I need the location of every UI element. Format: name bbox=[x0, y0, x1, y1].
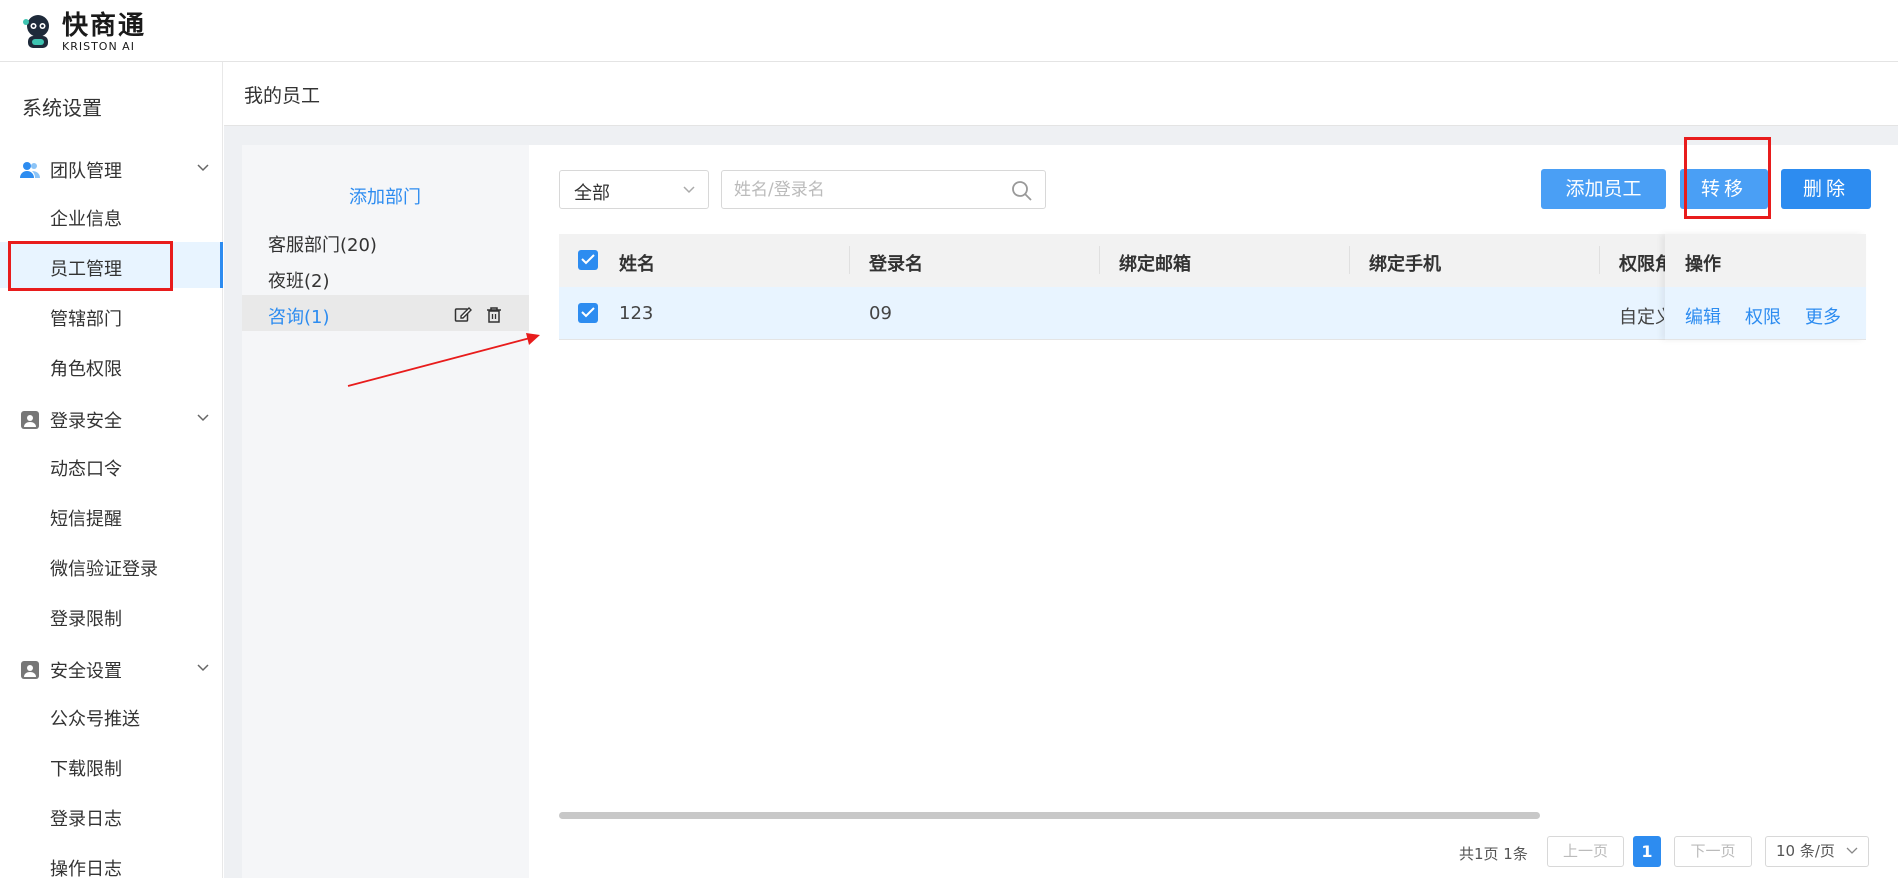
chevron-down-icon bbox=[1846, 847, 1858, 854]
horizontal-scrollbar[interactable] bbox=[559, 812, 1540, 819]
operations-column: 操作 编辑 权限 更多 bbox=[1665, 234, 1866, 340]
next-page-button[interactable]: 下一页 bbox=[1674, 836, 1752, 867]
user-lock-icon bbox=[21, 411, 39, 429]
department-filter-select[interactable]: 全部 bbox=[559, 170, 709, 209]
column-divider bbox=[849, 246, 850, 274]
column-header-actions: 操作 bbox=[1685, 254, 1721, 275]
search-input[interactable] bbox=[734, 177, 994, 203]
more-link[interactable]: 更多 bbox=[1805, 303, 1841, 329]
page-size-select[interactable]: 10 条/页 bbox=[1765, 836, 1869, 867]
permission-link[interactable]: 权限 bbox=[1745, 303, 1781, 329]
sidebar-group-label: 团队管理 bbox=[50, 161, 122, 182]
sidebar-item-download-limit[interactable]: 下载限制 bbox=[50, 755, 122, 781]
chevron-down-icon bbox=[683, 186, 695, 194]
brand-logo[interactable]: 快商通 KRISTON AI bbox=[20, 12, 146, 52]
search-icon[interactable] bbox=[1011, 180, 1033, 202]
operations-row-bg: 编辑 权限 更多 bbox=[1665, 287, 1866, 340]
cell-login: 09 bbox=[869, 303, 892, 324]
column-divider bbox=[1599, 246, 1600, 274]
team-icon bbox=[20, 162, 40, 178]
column-header-name: 姓名 bbox=[619, 254, 655, 275]
column-header-phone: 绑定手机 bbox=[1369, 254, 1441, 275]
user-shield-icon bbox=[21, 661, 39, 679]
kriston-logo-icon bbox=[20, 12, 56, 52]
prev-page-button[interactable]: 上一页 bbox=[1547, 836, 1624, 867]
cell-name: 123 bbox=[619, 303, 654, 324]
sidebar-item-dynamic-token[interactable]: 动态口令 bbox=[50, 455, 122, 481]
department-item[interactable]: 客服部门(20) bbox=[268, 231, 377, 257]
add-staff-button[interactable]: 添加员工 bbox=[1541, 169, 1666, 209]
edit-link[interactable]: 编辑 bbox=[1685, 303, 1721, 329]
top-bar: 快商通 KRISTON AI bbox=[0, 0, 1898, 62]
sidebar-group-label: 登录安全 bbox=[50, 411, 122, 432]
column-header-email: 绑定邮箱 bbox=[1119, 254, 1191, 275]
sidebar: 系统设置 团队管理 企业信息 员工管理 管辖部门 角色权限 登录安全 动态口令 … bbox=[0, 62, 223, 878]
department-item-selected[interactable]: 咨询(1) bbox=[268, 303, 330, 329]
sidebar-item-company-info[interactable]: 企业信息 bbox=[50, 205, 122, 231]
sidebar-group-team[interactable]: 团队管理 bbox=[20, 157, 210, 183]
add-department-link[interactable]: 添加部门 bbox=[349, 183, 421, 209]
filter-selected-value: 全部 bbox=[574, 183, 610, 204]
column-divider bbox=[1349, 246, 1350, 274]
page-size-value: 10 条/页 bbox=[1776, 842, 1835, 860]
sidebar-group-label: 安全设置 bbox=[50, 661, 122, 682]
page-title: 我的员工 bbox=[244, 85, 321, 107]
content-header: 我的员工 bbox=[224, 62, 1898, 126]
chevron-down-icon bbox=[197, 414, 209, 422]
column-divider bbox=[1099, 246, 1100, 274]
department-item[interactable]: 夜班(2) bbox=[268, 267, 330, 293]
sidebar-group-security-settings[interactable]: 安全设置 bbox=[20, 657, 210, 683]
sidebar-item-wechat-login[interactable]: 微信验证登录 bbox=[50, 555, 158, 581]
sidebar-group-login-security[interactable]: 登录安全 bbox=[20, 407, 210, 433]
row-checkbox[interactable] bbox=[578, 303, 598, 323]
current-page-button[interactable]: 1 bbox=[1633, 836, 1661, 867]
sidebar-item-role-permissions[interactable]: 角色权限 bbox=[50, 355, 122, 381]
sidebar-item-login-limit[interactable]: 登录限制 bbox=[50, 605, 122, 631]
chevron-down-icon bbox=[197, 664, 209, 672]
sidebar-item-operation-log[interactable]: 操作日志 bbox=[50, 855, 122, 878]
column-header-login: 登录名 bbox=[869, 254, 923, 275]
brand-name-en: KRISTON AI bbox=[62, 39, 135, 53]
sidebar-item-managed-departments[interactable]: 管辖部门 bbox=[50, 305, 122, 331]
edit-icon[interactable] bbox=[454, 306, 472, 324]
staff-search-field[interactable] bbox=[721, 170, 1046, 209]
sidebar-item-login-log[interactable]: 登录日志 bbox=[50, 805, 122, 831]
select-all-checkbox[interactable] bbox=[578, 250, 598, 270]
chevron-down-icon bbox=[197, 164, 209, 172]
annotation-highlight-staff bbox=[8, 241, 173, 291]
sidebar-item-sms-alert[interactable]: 短信提醒 bbox=[50, 505, 122, 531]
brand-name: 快商通 bbox=[62, 10, 147, 41]
cell-role: 自定义 bbox=[1619, 307, 1664, 328]
annotation-highlight-transfer bbox=[1684, 137, 1771, 219]
sidebar-title: 系统设置 bbox=[22, 96, 102, 120]
sidebar-item-wechat-push[interactable]: 公众号推送 bbox=[50, 705, 140, 731]
trash-icon[interactable] bbox=[485, 306, 503, 324]
department-panel: 添加部门 客服部门(20) 夜班(2) 咨询(1) bbox=[242, 145, 529, 878]
delete-button[interactable]: 删除 bbox=[1781, 169, 1871, 209]
pagination-total: 共1页 1条 bbox=[1459, 845, 1528, 863]
